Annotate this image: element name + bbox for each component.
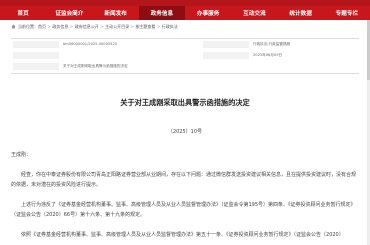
info-row: 关于对王成刚采取出具警示函措施的决定 [11, 61, 359, 72]
document-info-table: bm56000001/2025-00005520 行政执法;行政监管措施 202… [11, 38, 359, 74]
breadcrumb-separator: > [69, 24, 74, 29]
nav-item-news[interactable]: 新闻发布 [93, 6, 139, 20]
nav-item-statistics[interactable]: 统计数据 [278, 6, 324, 20]
info-label-index [13, 41, 59, 48]
info-label-category [203, 41, 249, 48]
breadcrumb: 当前位置： 首页 > 政务信息 > 政府信息公开 > 主动公开目录 > 按主题查… [11, 22, 178, 31]
document-number: 〔2025〕10号 [167, 129, 203, 135]
info-value-index: bm56000001/2025-00005520 [63, 42, 118, 46]
nav-item-topics[interactable]: 专题专栏 [324, 6, 370, 20]
document-paragraph: 依照《证券基金经营机构董事、监事、高级管理人员及从业人员监督管理办法》第五十一条… [21, 232, 344, 238]
breadcrumb-by-topic[interactable]: 按主题查看 [135, 24, 155, 30]
info-label-name [13, 63, 59, 70]
info-value-name: 关于对王成刚采取出具警示函措施的决定 [63, 64, 128, 68]
home-icon [11, 24, 16, 29]
breadcrumb-home[interactable]: 首页 [38, 24, 46, 30]
nav-item-gov-info[interactable]: 政务信息 [138, 6, 185, 20]
nav-item-about[interactable]: 证监会简介 [46, 6, 92, 20]
breadcrumb-separator: > [156, 24, 161, 29]
breadcrumb-disclosure[interactable]: 政府信息公开 [75, 24, 99, 30]
info-row: 2025年06月09日 [11, 50, 359, 61]
document-paragraph: 上述行为违反了《证券基金经营机构董事、监事、高级管理人员及从业人员监督管理办法》… [11, 202, 356, 218]
nav-item-interaction[interactable]: 互动交流 [231, 6, 277, 20]
breadcrumb-separator: > [47, 24, 51, 29]
breadcrumb-catalog[interactable]: 主动公开目录 [105, 24, 129, 30]
breadcrumb-separator: > [130, 24, 134, 29]
document-paragraph: 经查，你在中泰证券股份有限公司青岛正阳路证券营业部从业期间，存在以下问题：通过微… [11, 172, 357, 188]
document-title: 关于对王成刚采取出具警示函措施的决定 [120, 98, 250, 107]
breadcrumb-prefix: 当前位置： [18, 23, 38, 29]
document-salutation: 王成刚： [11, 152, 32, 158]
info-value-category: 行政执法;行政监管措施 [253, 42, 291, 46]
breadcrumb-separator: > [100, 24, 104, 29]
info-label-date [203, 52, 249, 59]
nav-item-services[interactable]: 办事服务 [185, 6, 231, 20]
breadcrumb-enforcement[interactable]: 行政执法 [162, 24, 178, 30]
nav-item-home[interactable]: 首页 [0, 6, 46, 20]
info-row: bm56000001/2025-00005520 行政执法;行政监管措施 [11, 39, 359, 50]
info-value-date: 2025年06月09日 [253, 53, 283, 57]
info-label-issuer [13, 52, 59, 59]
main-nav: 首页 证监会简介 新闻发布 政务信息 办事服务 互动交流 统计数据 专题专栏 [0, 6, 370, 20]
breadcrumb-gov-info[interactable]: 政务信息 [52, 24, 68, 30]
